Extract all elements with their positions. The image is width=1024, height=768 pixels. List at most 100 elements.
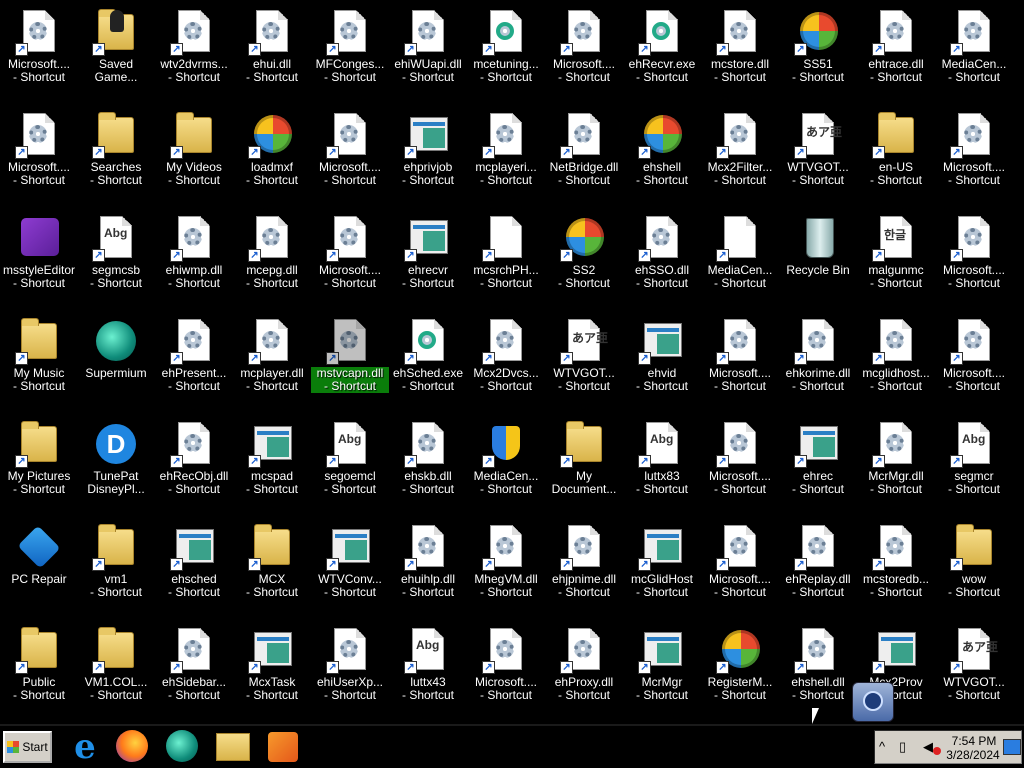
desktop-icon[interactable]: ↗ mcstore.dll - Shortcut: [701, 0, 779, 100]
clock-time[interactable]: 7:54 PM: [951, 734, 997, 748]
desktop-icon[interactable]: ↗ ehjpnime.dll - Shortcut: [545, 515, 623, 615]
desktop-icon[interactable]: 한글 ↗ malgunmc - Shortcut: [857, 206, 935, 306]
desktop-icon[interactable]: ↗ MediaCen... - Shortcut: [701, 206, 779, 306]
desktop-icon[interactable]: ↗ ehshell - Shortcut: [623, 103, 701, 203]
desktop-icon[interactable]: msstyleEditor - Shortcut: [0, 206, 78, 306]
desktop-icon[interactable]: ↗ Microsoft.... - Shortcut: [0, 103, 78, 203]
desktop-icon[interactable]: ↗ SS51 - Shortcut: [779, 0, 857, 100]
desktop-icon[interactable]: ↗ Microsoft.... - Shortcut: [545, 0, 623, 100]
desktop-icon[interactable]: D TunePat DisneyPl...: [77, 412, 155, 512]
desktop-icon[interactable]: ↗ Microsoft.... - Shortcut: [935, 103, 1013, 203]
desktop-icon[interactable]: ↗ wow - Shortcut: [935, 515, 1013, 615]
desktop-icon[interactable]: ↗ McxTask - Shortcut: [233, 618, 311, 718]
desktop-icon[interactable]: Abg ↗ segmcsb - Shortcut: [77, 206, 155, 306]
desktop-icon[interactable]: ↗ Microsoft.... - Shortcut: [701, 412, 779, 512]
desktop-icon[interactable]: ↗ ehRecObj.dll - Shortcut: [155, 412, 233, 512]
download-manager-floating-icon[interactable]: [852, 682, 894, 722]
desktop-icon[interactable]: Abg ↗ segmcr - Shortcut: [935, 412, 1013, 512]
desktop-icon[interactable]: ↗ ehui.dll - Shortcut: [233, 0, 311, 100]
desktop-icon[interactable]: ↗ wtv2dvrms... - Shortcut: [155, 0, 233, 100]
desktop-icon[interactable]: ↗ ehiWUapi.dll - Shortcut: [389, 0, 467, 100]
desktop-icon[interactable]: ↗ Public - Shortcut: [0, 618, 78, 718]
desktop-icon[interactable]: ↗ VM1.COL... - Shortcut: [77, 618, 155, 718]
desktop-icon[interactable]: ↗ mcplayeri... - Shortcut: [467, 103, 545, 203]
desktop-icon[interactable]: ↗ ehuihlp.dll - Shortcut: [389, 515, 467, 615]
show-hidden-icons-chevron-icon[interactable]: ^: [879, 739, 885, 754]
desktop-icon[interactable]: ↗ Microsoft.... - Shortcut: [311, 206, 389, 306]
desktop-icon[interactable]: ↗ mcepg.dll - Shortcut: [233, 206, 311, 306]
desktop-icon[interactable]: あア亜 ↗ WTVGOT... - Shortcut: [545, 309, 623, 409]
desktop-icon[interactable]: ↗ mcetuning... - Shortcut: [467, 0, 545, 100]
desktop-icon[interactable]: ↗ mcspad - Shortcut: [233, 412, 311, 512]
desktop-icon[interactable]: ↗ ehskb.dll - Shortcut: [389, 412, 467, 512]
desktop-icon[interactable]: ↗ Saved Game...: [77, 0, 155, 100]
network-icon[interactable]: ▯: [899, 739, 906, 755]
desktop-icon[interactable]: ↗ NetBridge.dll - Shortcut: [545, 103, 623, 203]
desktop-icon[interactable]: ↗ mcglidhost... - Shortcut: [857, 309, 935, 409]
supermium-icon[interactable]: [166, 730, 200, 764]
desktop-icon[interactable]: ↗ mcstoredb... - Shortcut: [857, 515, 935, 615]
desktop-icon[interactable]: ↗ My Pictures - Shortcut: [0, 412, 78, 512]
desktop-icon[interactable]: ↗ ehkorime.dll - Shortcut: [779, 309, 857, 409]
desktop-icon[interactable]: ↗ mcsrchPH... - Shortcut: [467, 206, 545, 306]
desktop-icon[interactable]: ↗ Mcx2Dvcs... - Shortcut: [467, 309, 545, 409]
desktop-icon[interactable]: ↗ My Videos - Shortcut: [155, 103, 233, 203]
desktop-icon[interactable]: ↗ ehRecvr.exe - Shortcut: [623, 0, 701, 100]
desktop-icon[interactable]: ↗ MediaCen... - Shortcut: [467, 412, 545, 512]
desktop-icon[interactable]: ↗ en-US - Shortcut: [857, 103, 935, 203]
desktop-icon[interactable]: ↗ ehsched - Shortcut: [155, 515, 233, 615]
desktop-icon[interactable]: あア亜 ↗ WTVGOT... - Shortcut: [779, 103, 857, 203]
desktop-icon[interactable]: ↗ MCX - Shortcut: [233, 515, 311, 615]
desktop-icon[interactable]: ↗ ehvid - Shortcut: [623, 309, 701, 409]
clock-date[interactable]: 3/28/2024: [943, 748, 1003, 762]
volume-muted-icon[interactable]: ◀: [923, 739, 933, 755]
start-button[interactable]: Start: [3, 731, 52, 763]
desktop-icon[interactable]: ↗ ehiUserXp... - Shortcut: [311, 618, 389, 718]
desktop-icon[interactable]: ↗ ehSidebar... - Shortcut: [155, 618, 233, 718]
desktop-icon[interactable]: ↗ Microsoft.... - Shortcut: [935, 206, 1013, 306]
desktop-icon[interactable]: ↗ mstvcapn.dll - Shortcut: [311, 309, 389, 409]
desktop-icon[interactable]: ↗ Microsoft.... - Shortcut: [701, 515, 779, 615]
desktop-icon[interactable]: あア亜 ↗ WTVGOT... - Shortcut: [935, 618, 1013, 718]
desktop-icon[interactable]: ↗ My Music - Shortcut: [0, 309, 78, 409]
desktop-icon[interactable]: PC Repair: [0, 515, 78, 615]
desktop-icon[interactable]: ↗ mcGlidHost - Shortcut: [623, 515, 701, 615]
desktop-icon[interactable]: ↗ McrMgr.dll - Shortcut: [857, 412, 935, 512]
desktop-icon[interactable]: ↗ ehReplay.dll - Shortcut: [779, 515, 857, 615]
desktop-icon[interactable]: ↗ ehSSO.dll - Shortcut: [623, 206, 701, 306]
desktop-icon[interactable]: ↗ Microsoft.... - Shortcut: [935, 309, 1013, 409]
desktop-icon[interactable]: ↗ ehtrace.dll - Shortcut: [857, 0, 935, 100]
desktop-icon[interactable]: ↗ ehshell.dll - Shortcut: [779, 618, 857, 718]
desktop-icon[interactable]: ↗ ehiwmp.dll - Shortcut: [155, 206, 233, 306]
desktop-icon[interactable]: ↗ Microsoft.... - Shortcut: [311, 103, 389, 203]
desktop-icon[interactable]: ↗ loadmxf - Shortcut: [233, 103, 311, 203]
desktop-icon[interactable]: Abg ↗ luttx83 - Shortcut: [623, 412, 701, 512]
desktop-icon[interactable]: ↗ mcplayer.dll - Shortcut: [233, 309, 311, 409]
desktop-icon[interactable]: ↗ ehprivjob - Shortcut: [389, 103, 467, 203]
desktop-icon[interactable]: Abg ↗ luttx43 - Shortcut: [389, 618, 467, 718]
desktop-icon[interactable]: ↗ RegisterM... - Shortcut: [701, 618, 779, 718]
media-player-icon[interactable]: [266, 730, 300, 764]
desktop-icon[interactable]: Recycle Bin: [779, 206, 857, 306]
desktop-icon[interactable]: ↗ ehProxy.dll - Shortcut: [545, 618, 623, 718]
file-explorer-icon[interactable]: [216, 730, 250, 764]
desktop-icon[interactable]: ↗ WTVConv... - Shortcut: [311, 515, 389, 615]
desktop-icon[interactable]: ↗ ehrec - Shortcut: [779, 412, 857, 512]
desktop-icon[interactable]: ↗ ehrecvr - Shortcut: [389, 206, 467, 306]
desktop-icon[interactable]: ↗ vm1 - Shortcut: [77, 515, 155, 615]
desktop-icon[interactable]: ↗ MediaCen... - Shortcut: [935, 0, 1013, 100]
internet-explorer-icon[interactable]: e: [68, 730, 102, 764]
desktop-icon[interactable]: ↗ ehSched.exe - Shortcut: [389, 309, 467, 409]
firefox-icon[interactable]: [116, 730, 150, 764]
desktop-icon[interactable]: ↗ MFConges... - Shortcut: [311, 0, 389, 100]
desktop-icon[interactable]: ↗ Microsoft.... - Shortcut: [0, 0, 78, 100]
desktop-icon[interactable]: Abg ↗ segoemcl - Shortcut: [311, 412, 389, 512]
desktop-icon[interactable]: ↗ Microsoft.... - Shortcut: [467, 618, 545, 718]
desktop-icon[interactable]: ↗ Searches - Shortcut: [77, 103, 155, 203]
desktop-icon[interactable]: ↗ ehPresent... - Shortcut: [155, 309, 233, 409]
desktop-icon[interactable]: ↗ McrMgr - Shortcut: [623, 618, 701, 718]
desktop-icon[interactable]: ↗ MhegVM.dll - Shortcut: [467, 515, 545, 615]
desktop-icon[interactable]: ↗ Mcx2Filter... - Shortcut: [701, 103, 779, 203]
desktop-icon[interactable]: Supermium: [77, 309, 155, 409]
desktop-icon[interactable]: ↗ SS2 - Shortcut: [545, 206, 623, 306]
